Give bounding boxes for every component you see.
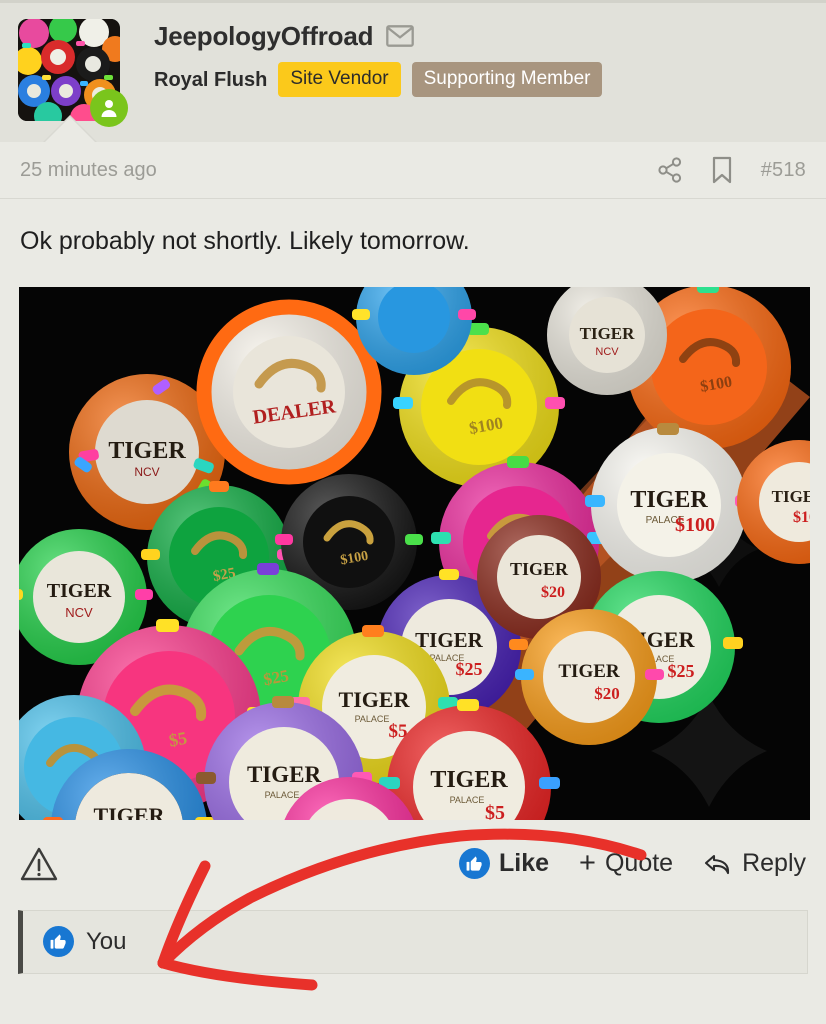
svg-text:TIGER: TIGER: [108, 438, 186, 464]
svg-text:NCV: NCV: [595, 346, 619, 358]
svg-text:PALACE: PALACE: [355, 714, 390, 724]
post-body: Ok probably not shortly. Likely tomorrow…: [0, 199, 826, 258]
svg-text:PALACE: PALACE: [450, 795, 485, 805]
svg-text:$25: $25: [456, 659, 483, 679]
meta-actions: #518: [657, 156, 806, 184]
svg-text:NCV: NCV: [134, 465, 159, 479]
svg-text:$25: $25: [668, 661, 695, 681]
svg-text:PALACE: PALACE: [265, 790, 300, 800]
badge-site-vendor[interactable]: Site Vendor: [278, 62, 401, 97]
svg-text:TIGER: TIGER: [247, 762, 322, 787]
user-title: Royal Flush: [154, 68, 268, 91]
post-message-text: Ok probably not shortly. Likely tomorrow…: [20, 227, 470, 255]
svg-text:$100: $100: [675, 514, 715, 536]
svg-text:TIGER: TIGER: [415, 628, 484, 652]
thumbs-up-icon: [459, 848, 490, 879]
svg-text:TIGER: TIGER: [558, 661, 620, 682]
avatar-wrapper[interactable]: [18, 19, 128, 127]
svg-text:$100: $100: [793, 509, 810, 526]
badge-supporting-member[interactable]: Supporting Member: [411, 62, 603, 97]
svg-text:TIGER: TIGER: [94, 803, 166, 820]
svg-text:TIGER: TIGER: [430, 767, 508, 793]
online-status-badge: [90, 89, 128, 127]
svg-text:TIGER: TIGER: [510, 559, 569, 579]
reply-arrow-icon: [703, 851, 733, 877]
plus-icon: +: [579, 847, 596, 879]
username-row: JeepologyOffroad: [154, 23, 602, 49]
svg-text:TIGER: TIGER: [772, 487, 810, 506]
bookmark-icon[interactable]: [711, 156, 733, 184]
svg-text:$5: $5: [485, 802, 505, 820]
warning-triangle-icon[interactable]: [20, 846, 58, 882]
envelope-icon[interactable]: [386, 25, 415, 47]
post-timestamp[interactable]: 25 minutes ago: [20, 159, 157, 182]
like-label: Like: [499, 849, 550, 877]
post-action-row: Like + Quote Reply: [0, 824, 826, 904]
like-button[interactable]: Like: [459, 848, 549, 879]
user-info-block: JeepologyOffroad Royal Flush Site Vendor…: [154, 19, 603, 97]
post-actions: Like + Quote Reply: [459, 848, 806, 879]
reply-label: Reply: [742, 849, 806, 877]
username[interactable]: JeepologyOffroad: [154, 23, 373, 49]
svg-text:$5: $5: [167, 727, 188, 750]
forum-post: JeepologyOffroad Royal Flush Site Vendor…: [0, 0, 826, 1024]
svg-text:TIGER: TIGER: [339, 687, 411, 712]
likes-bar[interactable]: You: [18, 909, 808, 974]
svg-text:$20: $20: [541, 584, 565, 601]
badge-row: Royal Flush Site Vendor Supporting Membe…: [154, 62, 603, 97]
share-icon[interactable]: [657, 157, 683, 183]
poker-chips-photo: TIGER NCV DEALER $100 $100 TIGER NCV $25…: [19, 286, 810, 820]
post-header: JeepologyOffroad Royal Flush Site Vendor…: [0, 0, 826, 143]
header-caret: [44, 117, 96, 143]
post-number[interactable]: #518: [761, 159, 806, 182]
likes-label: You: [86, 927, 127, 955]
svg-text:TIGER: TIGER: [630, 487, 708, 513]
attached-image[interactable]: TIGER NCV DEALER $100 $100 TIGER NCV $25…: [19, 286, 810, 820]
person-icon: [101, 100, 117, 117]
svg-text:NCV: NCV: [65, 605, 93, 620]
svg-text:$20: $20: [594, 684, 620, 703]
quote-label: Quote: [604, 849, 674, 877]
post-meta-row: 25 minutes ago #518: [0, 142, 826, 199]
svg-text:TIGER: TIGER: [580, 324, 636, 343]
svg-text:TIGER: TIGER: [47, 580, 112, 602]
thumbs-up-icon: [43, 926, 74, 957]
reply-button[interactable]: Reply: [703, 849, 806, 878]
quote-button[interactable]: + Quote: [579, 849, 673, 878]
